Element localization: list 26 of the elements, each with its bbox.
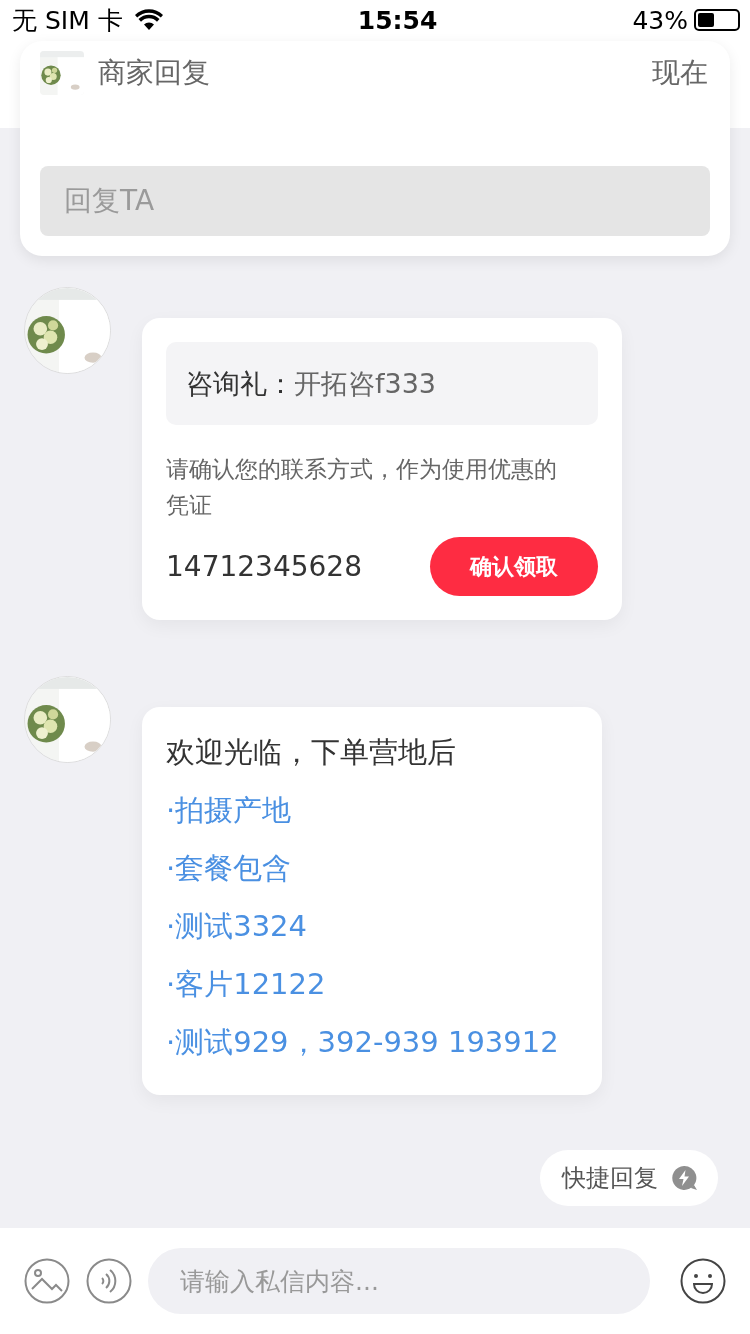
phone-number: 14712345628 [166,550,362,583]
message-link[interactable]: ·客片12122 [166,955,578,1013]
notification-toast[interactable]: 商家回复 现在 回复TA [20,41,730,256]
clock-time: 15:54 [357,5,438,35]
message-link[interactable]: ·测试929，392-939 193912 [166,1013,578,1071]
quick-reply-button[interactable]: 快捷回复 [540,1150,718,1206]
carrier-label: 无 SIM 卡 [12,4,123,37]
notification-title: 商家回复 [98,55,211,91]
image-icon[interactable] [24,1258,70,1304]
message-text: 欢迎光临，下单营地后 [166,734,457,771]
message-link[interactable]: ·测试3324 [166,897,578,955]
wifi-icon [134,9,163,31]
message-link[interactable]: ·套餐包含 [166,839,578,897]
reply-field[interactable]: 回复TA [40,166,710,236]
confirm-button[interactable]: 确认领取 [430,537,598,596]
coupon-description: 请确认您的联系方式，作为使用优惠的凭证 [166,455,558,520]
battery-percent: 43% [632,5,688,35]
smiley-icon[interactable] [680,1258,726,1304]
battery-icon [694,9,740,31]
voice-icon[interactable] [86,1258,132,1304]
gift-label: 咨询礼： [186,366,294,401]
message-link[interactable]: ·拍摄产地 [166,781,578,839]
lightning-bubble-icon [670,1164,698,1192]
gift-name: 开拓咨f333 [294,366,437,401]
message-input[interactable]: 请输入私信内容... [148,1248,650,1314]
notification-time: 现在 [652,55,709,91]
